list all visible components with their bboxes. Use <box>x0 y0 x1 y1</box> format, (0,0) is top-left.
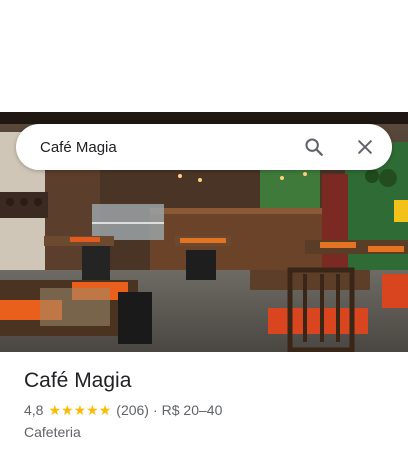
star-icon: ★ <box>48 402 62 418</box>
search-icon[interactable] <box>302 135 326 159</box>
star-icon: ★ <box>61 402 74 418</box>
star-icon: ★ <box>86 402 99 418</box>
price-range: R$ 20–40 <box>161 402 223 418</box>
top-blank-area <box>0 0 408 112</box>
place-meta: 4,8 ★ ★ ★ ★ ★ (206) · R$ 20–40 <box>24 401 394 419</box>
separator-dot: · <box>152 402 158 418</box>
place-info: Café Magia 4,8 ★ ★ ★ ★ ★ (206) · R$ 20–4… <box>24 366 394 440</box>
place-category: Cafeteria <box>24 424 81 440</box>
rating-value: 4,8 <box>24 402 44 418</box>
close-icon[interactable] <box>353 135 377 159</box>
search-bar[interactable] <box>16 124 392 170</box>
review-count[interactable]: (206) <box>116 402 149 418</box>
star-icon: ★ <box>73 402 87 418</box>
search-input[interactable] <box>40 124 290 170</box>
star-icon: ★ <box>98 402 112 418</box>
star-rating[interactable]: ★ ★ ★ ★ ★ <box>48 403 111 417</box>
place-title[interactable]: Café Magia <box>24 366 394 396</box>
